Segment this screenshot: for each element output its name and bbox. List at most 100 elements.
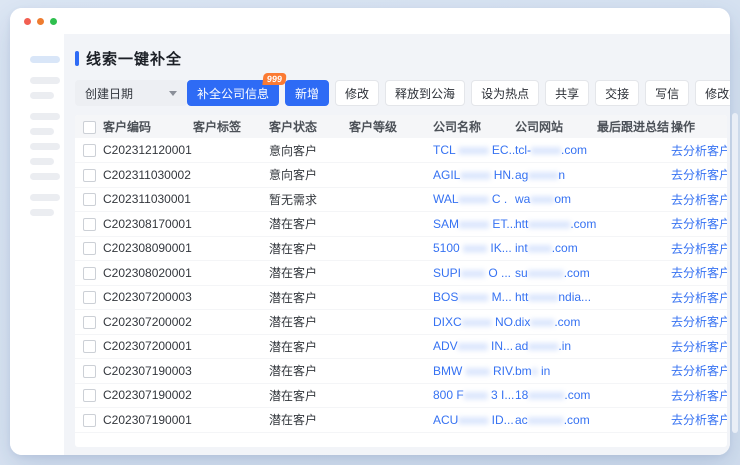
sidebar-item[interactable] xyxy=(30,173,60,180)
write-email-button[interactable]: 写信 xyxy=(645,80,689,106)
row-checkbox[interactable] xyxy=(83,389,96,402)
analyze-customer-link[interactable]: 去分析客户 xyxy=(671,364,727,378)
analyze-customer-link[interactable]: 去分析客户 xyxy=(671,217,727,231)
handover-button[interactable]: 交接 xyxy=(595,80,639,106)
row-checkbox[interactable] xyxy=(83,193,96,206)
company-website[interactable]: waxxxxom xyxy=(515,187,597,212)
add-button[interactable]: 新增 xyxy=(285,80,329,106)
company-website[interactable]: dixxxxx.com xyxy=(515,310,597,335)
visible-text: NO... xyxy=(492,315,515,329)
last-followup-summary xyxy=(597,187,671,212)
analyze-customer-link[interactable]: 去分析客户 xyxy=(671,266,727,280)
leads-table: 客户编码客户标签客户状态客户等级公司名称公司网站最后跟进总结操作 C202312… xyxy=(75,115,727,433)
customer-tag xyxy=(193,261,269,286)
share-button[interactable]: 共享 xyxy=(545,80,589,106)
customer-code: C202307200003 xyxy=(103,285,193,310)
analyze-customer-link[interactable]: 去分析客户 xyxy=(671,340,727,354)
row-checkbox[interactable] xyxy=(83,169,96,182)
analyze-customer-link[interactable]: 去分析客户 xyxy=(671,242,727,256)
visible-text: ET... xyxy=(489,217,515,231)
analyze-customer-link[interactable]: 去分析客户 xyxy=(671,193,727,207)
customer-code: C202307200001 xyxy=(103,334,193,359)
window-zoom-button[interactable] xyxy=(50,18,57,25)
visible-text: SAM xyxy=(433,217,459,231)
row-checkbox[interactable] xyxy=(83,242,96,255)
release-to-public-pool-button[interactable]: 释放到公海 xyxy=(385,80,465,106)
last-followup-summary xyxy=(597,261,671,286)
customer-code: C202307190001 xyxy=(103,408,193,433)
visible-text: HN... xyxy=(490,168,515,182)
visible-text: C . xyxy=(489,192,508,206)
window-titlebar xyxy=(10,8,730,34)
company-website[interactable]: bmx in xyxy=(515,359,597,384)
company-website[interactable]: agxxxxxn xyxy=(515,163,597,188)
scrollbar[interactable] xyxy=(732,113,738,433)
customer-code: C202312120001 xyxy=(103,138,193,163)
row-checkbox[interactable] xyxy=(83,365,96,378)
customer-level xyxy=(349,310,433,335)
button-label: 释放到公海 xyxy=(395,85,455,102)
company-website[interactable]: 18xxxxxx.com xyxy=(515,383,597,408)
redacted-text: xxxxx xyxy=(458,290,488,304)
toolbar-button-group: 补全公司信息999新增修改释放到公海设为热点共享交接写信修改状态删除更多... xyxy=(187,80,730,106)
sidebar-item[interactable] xyxy=(30,92,54,99)
sidebar-item[interactable] xyxy=(30,113,60,120)
row-checkbox[interactable] xyxy=(83,414,96,427)
edit-button[interactable]: 修改 xyxy=(335,80,379,106)
select-all-checkbox[interactable] xyxy=(83,121,96,134)
table-row: C202307190003潜在客户BMW xxxx RIV...bmx in去分… xyxy=(75,359,727,384)
analyze-customer-link[interactable]: 去分析客户 xyxy=(671,315,727,329)
row-checkbox[interactable] xyxy=(83,267,96,280)
company-name: BOSxxxxx M... xyxy=(433,285,515,310)
sidebar-item[interactable] xyxy=(30,143,60,150)
analyze-customer-link[interactable]: 去分析客户 xyxy=(671,389,727,403)
sidebar-item[interactable] xyxy=(30,194,60,201)
row-checkbox[interactable] xyxy=(83,144,96,157)
company-website[interactable]: httxxxxxxx.com xyxy=(515,212,597,237)
analyze-customer-link[interactable]: 去分析客户 xyxy=(671,168,727,182)
last-followup-summary xyxy=(597,359,671,384)
page-title: 线索一键补全 xyxy=(86,48,182,69)
window-minimize-button[interactable] xyxy=(37,18,44,25)
company-website[interactable]: intxxxx.com xyxy=(515,236,597,261)
last-followup-summary xyxy=(597,163,671,188)
company-website[interactable]: httxxxxxndia... xyxy=(515,285,597,310)
button-label: 修改 xyxy=(345,85,369,102)
customer-tag xyxy=(193,138,269,163)
visible-text: SUPI xyxy=(433,266,461,280)
company-name: ADVxxxxx IN... xyxy=(433,334,515,359)
complete-company-info-button[interactable]: 补全公司信息999 xyxy=(187,80,279,106)
sidebar-item[interactable] xyxy=(30,128,54,135)
row-checkbox[interactable] xyxy=(83,291,96,304)
visible-text: BOS xyxy=(433,290,458,304)
visible-text: in xyxy=(538,364,551,378)
customer-status: 意向客户 xyxy=(269,138,349,163)
window-close-button[interactable] xyxy=(24,18,31,25)
company-website[interactable]: acxxxxxx.com xyxy=(515,408,597,433)
date-filter-label: 创建日期 xyxy=(85,85,133,102)
visible-text: .com xyxy=(552,241,578,255)
customer-level xyxy=(349,334,433,359)
toolbar: 创建日期 补全公司信息999新增修改释放到公海设为热点共享交接写信修改状态删除更… xyxy=(75,80,712,106)
row-checkbox[interactable] xyxy=(83,316,96,329)
title-accent-bar xyxy=(75,51,79,66)
date-filter-select[interactable]: 创建日期 xyxy=(75,80,187,106)
sidebar-item-active[interactable] xyxy=(30,56,60,63)
row-checkbox[interactable] xyxy=(83,340,96,353)
analyze-customer-link[interactable]: 去分析客户 xyxy=(671,144,727,158)
company-website[interactable]: adxxxxx.in xyxy=(515,334,597,359)
visible-text: .com xyxy=(564,388,590,402)
sidebar-item[interactable] xyxy=(30,158,54,165)
company-website[interactable]: suxxxxxx.com xyxy=(515,261,597,286)
customer-status: 潜在客户 xyxy=(269,236,349,261)
company-website[interactable]: tcl-xxxxx.com xyxy=(515,138,597,163)
analyze-customer-link[interactable]: 去分析客户 xyxy=(671,413,727,427)
set-hotspot-button[interactable]: 设为热点 xyxy=(471,80,539,106)
row-checkbox[interactable] xyxy=(83,218,96,231)
analyze-customer-link[interactable]: 去分析客户 xyxy=(671,291,727,305)
visible-text: .com xyxy=(561,143,587,157)
sidebar-item[interactable] xyxy=(30,209,54,216)
redacted-text: xxxxx xyxy=(531,143,561,157)
change-status-button[interactable]: 修改状态 xyxy=(695,80,730,106)
sidebar-item[interactable] xyxy=(30,77,60,84)
